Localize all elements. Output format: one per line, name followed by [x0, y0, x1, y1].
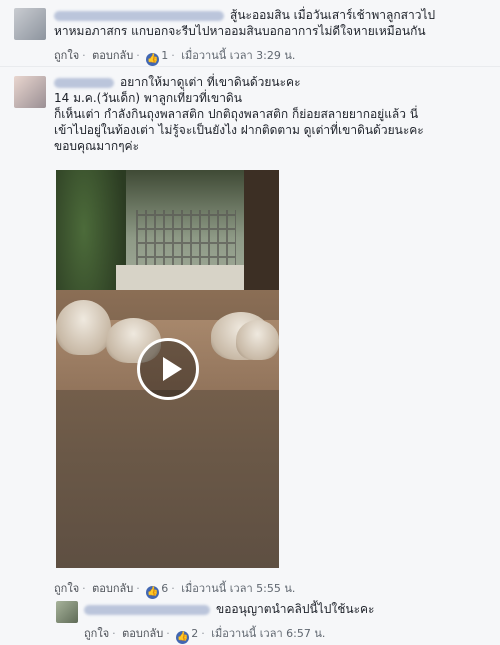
thumbs-up-icon[interactable]: 👍	[146, 53, 160, 66]
comment-actions: ถูกใจ · ตอบกลับ · 👍 2 · เมื่อวานนี้ เวลา 6:5…	[84, 627, 326, 644]
commenter-name-blurred[interactable]	[54, 10, 224, 21]
timestamp[interactable]: เมื่อวานนี้ เวลา 5:55 น.	[181, 582, 295, 595]
video-player[interactable]	[56, 170, 279, 568]
comment-line: หาหมอภาสกร แกบอกจะรีบไปหาออมสินบอกอาการไ…	[54, 24, 426, 38]
reply-link[interactable]: ตอบกลับ	[92, 582, 133, 595]
comment-line: 14 ม.ค.(วันเด็ก) พาลูกเที่ยวที่เขาดิน	[54, 91, 242, 105]
comment-line: อยากให้มาดูเต่า ที่เขาดินด้วยนะคะ	[120, 75, 301, 89]
comment-actions: ถูกใจ · ตอบกลับ · 👍 6 · เมื่อวานนี้ เวลา 5:5…	[54, 582, 296, 599]
comment-line: ขอบคุณมากๆค่ะ	[54, 139, 140, 153]
comment-text: อยากให้มาดูเต่า ที่เขาดินด้วยนะคะ 14 ม.ค…	[54, 74, 424, 154]
tortoise-shell	[236, 320, 279, 360]
play-icon[interactable]	[137, 338, 199, 400]
commenter-name-blurred[interactable]	[54, 77, 114, 88]
thumbs-up-icon[interactable]: 👍	[146, 586, 160, 599]
reaction-count[interactable]: 2	[191, 627, 198, 640]
divider	[0, 66, 500, 67]
comment-text: สู้นะออมสิน เมื่อวันเสาร์เช้าพาลูกสาวไป …	[54, 7, 435, 39]
reply-link[interactable]: ตอบกลับ	[122, 627, 163, 640]
comment-actions: ถูกใจ · ตอบกลับ · 👍 1 · เมื่อวานนี้ เวลา 3:2…	[54, 49, 296, 66]
timestamp[interactable]: เมื่อวานนี้ เวลา 3:29 น.	[181, 49, 295, 62]
commenter-avatar[interactable]	[14, 76, 46, 108]
commenter-avatar[interactable]	[56, 601, 78, 623]
timestamp[interactable]: เมื่อวานนี้ เวลา 6:57 น.	[211, 627, 325, 640]
commenter-avatar[interactable]	[14, 8, 46, 40]
like-link[interactable]: ถูกใจ	[54, 49, 79, 62]
like-link[interactable]: ถูกใจ	[84, 627, 109, 640]
tortoise-shell	[56, 300, 111, 355]
comment-line: ขออนุญาตนำคลิปนี้ไปใช้นะคะ	[216, 602, 375, 616]
commenter-name-blurred[interactable]	[84, 604, 210, 615]
comment-line: ก็เห็นเต่า กำลังกินถุงพลาสติก ปกติถุงพลา…	[54, 107, 419, 121]
comment-line: เข้าไปอยู่ในท้องเต่า ไม่รู้จะเป็นยังไง ฝ…	[54, 123, 424, 137]
reply-link[interactable]: ตอบกลับ	[92, 49, 133, 62]
reaction-count[interactable]: 1	[161, 49, 168, 62]
thumbs-up-icon[interactable]: 👍	[176, 631, 190, 644]
comment-text: ขออนุญาตนำคลิปนี้ไปใช้นะคะ	[84, 601, 375, 617]
reaction-count[interactable]: 6	[161, 582, 168, 595]
like-link[interactable]: ถูกใจ	[54, 582, 79, 595]
comment-line: สู้นะออมสิน เมื่อวันเสาร์เช้าพาลูกสาวไป	[230, 8, 436, 22]
